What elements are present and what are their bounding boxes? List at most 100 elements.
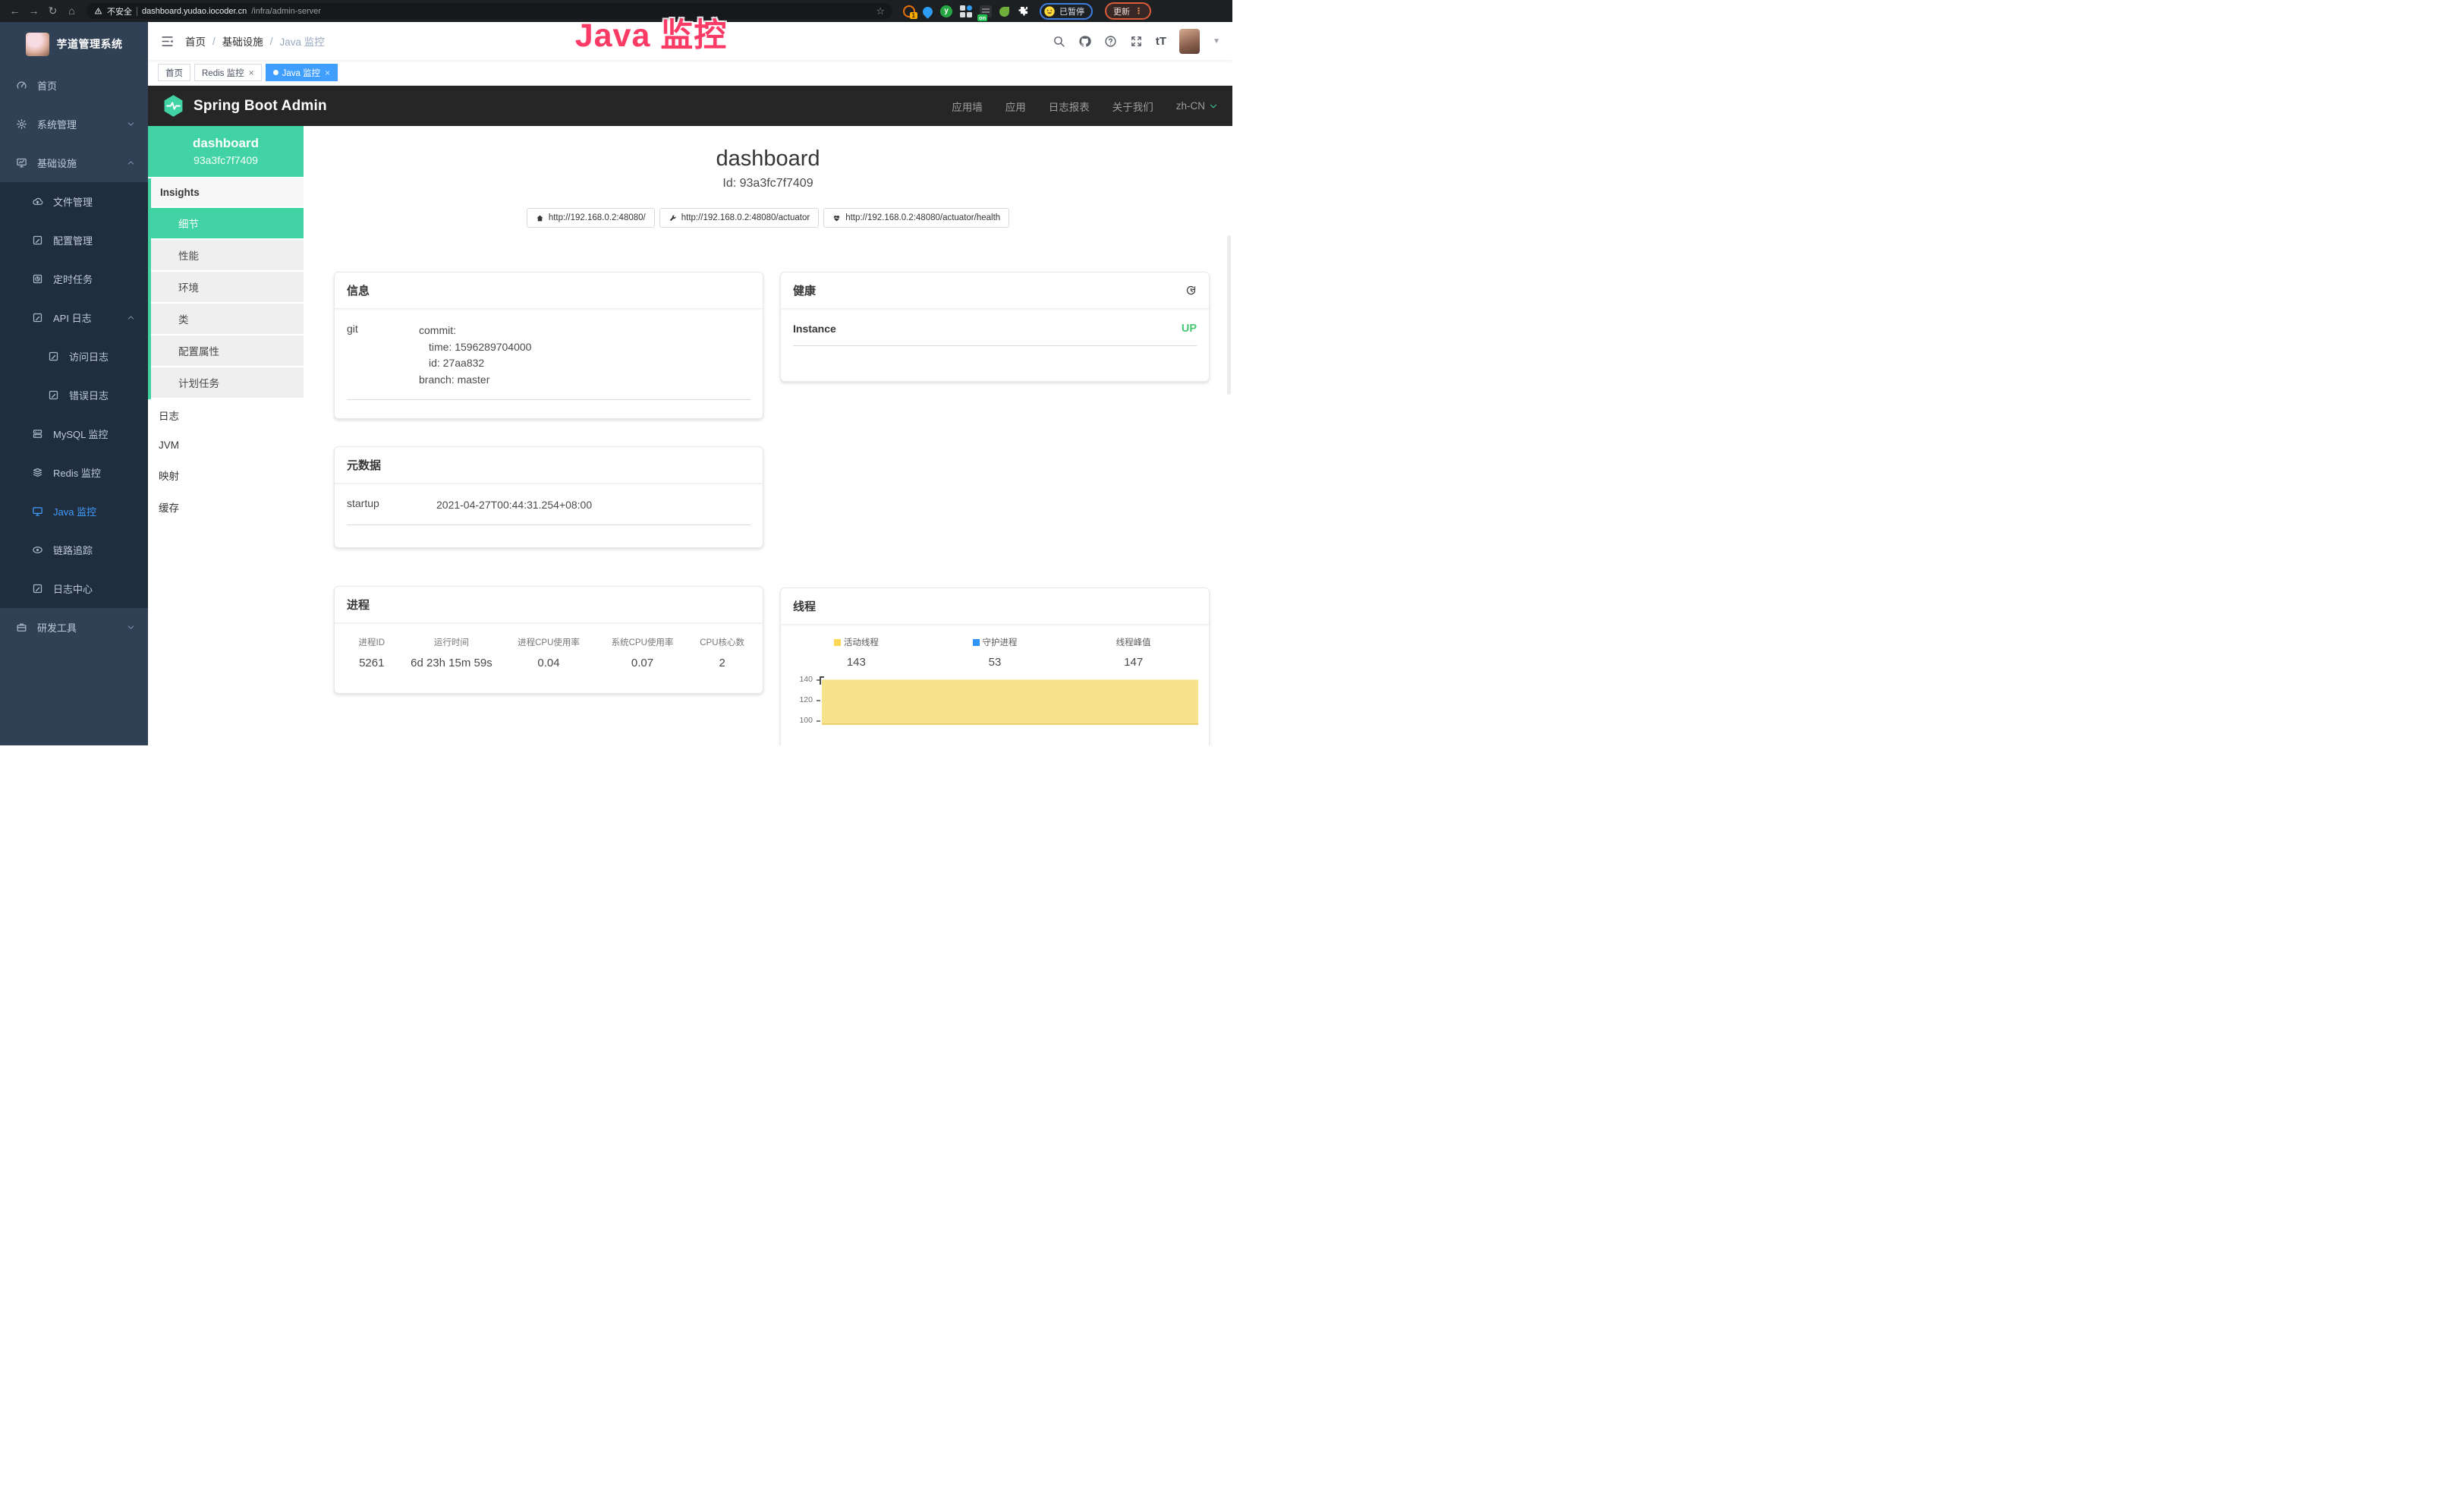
breadcrumb-item[interactable]: 基础设施	[222, 33, 263, 49]
thread-stat-value: 53	[926, 656, 1065, 669]
process-column-header: 进程ID	[342, 636, 401, 648]
home-icon	[536, 214, 544, 222]
extension-grid-icon[interactable]	[960, 5, 972, 17]
process-value: 0.04	[502, 657, 596, 669]
sidebar-item[interactable]: 系统管理	[0, 105, 148, 143]
gear-icon	[16, 118, 27, 130]
breadcrumb-item[interactable]: 首页	[185, 33, 206, 49]
thread-stat-label: 守护进程	[983, 636, 1018, 648]
info-git-row: git commit:time: 1596289704000id: 27aa83…	[347, 309, 751, 400]
browser-reload-icon[interactable]: ↻	[44, 0, 61, 22]
instance-link-button[interactable]: http://192.168.0.2:48080/actuator	[659, 208, 819, 228]
sba-menu-item[interactable]: 日志	[148, 399, 304, 431]
info-card: 信息 git commit:time: 1596289704000id: 27a…	[334, 272, 763, 419]
sidebar-item-label: 首页	[37, 78, 57, 93]
tag-view-tab[interactable]: Redis 监控×	[194, 64, 262, 81]
sidebar-item[interactable]: API 日志	[0, 298, 148, 337]
sba-menu-item[interactable]: 配置属性	[151, 335, 304, 367]
sba-locale-select[interactable]: zh-CN	[1176, 100, 1218, 112]
sidebar-item[interactable]: 访问日志	[0, 337, 148, 376]
browser-update-button[interactable]: 更新 ⋮	[1105, 2, 1151, 20]
sba-menu-item[interactable]: 性能	[151, 240, 304, 272]
menu-dots-icon[interactable]: ⋮	[1134, 6, 1143, 16]
sidebar-item-label: 文件管理	[53, 194, 93, 209]
instance-link-button[interactable]: http://192.168.0.2:48080/actuator/health	[823, 208, 1009, 228]
sba-menu-item[interactable]: 计划任务	[151, 367, 304, 399]
sidebar-item-label: 日志中心	[53, 581, 93, 596]
extension-orange-icon[interactable]: 1	[903, 5, 915, 17]
instance-link-label: http://192.168.0.2:48080/actuator	[681, 213, 810, 222]
extension-paused-badge[interactable]: 已暂停	[1040, 3, 1093, 20]
scrollbar-thumb[interactable]	[1227, 235, 1231, 395]
search-icon[interactable]	[1053, 35, 1065, 48]
font-size-icon[interactable]: tT	[1156, 35, 1166, 48]
extension-dark-icon[interactable]: on	[980, 5, 992, 17]
sba-menu-item[interactable]: JVM	[148, 431, 304, 459]
app-logo-row[interactable]: 芋道管理系统	[0, 22, 148, 66]
sidebar-item-label: 基础设施	[37, 156, 77, 170]
layers-icon	[32, 467, 43, 478]
metadata-card: 元数据 startup 2021-04-27T00:44:31.254+08:0…	[334, 446, 763, 548]
browser-forward-icon[interactable]: →	[25, 0, 42, 22]
sidebar-item-label: 配置管理	[53, 233, 93, 247]
sba-menu-item[interactable]: 映射	[148, 459, 304, 491]
tag-view-tab[interactable]: Java 监控×	[266, 64, 338, 81]
sba-instance-id: 93a3fc7f7409	[153, 154, 299, 166]
github-icon[interactable]	[1078, 35, 1091, 48]
sidebar-item[interactable]: Java 监控	[0, 492, 148, 531]
sidebar-item[interactable]: 首页	[0, 66, 148, 105]
header-actions: tT ▼	[1053, 29, 1220, 54]
help-icon[interactable]	[1104, 35, 1117, 48]
address-bar[interactable]: 不安全 dashboard.yudao.iocoder.cn/infra/adm…	[87, 3, 892, 19]
screenshot-root: ← → ↻ ⌂ 不安全 dashboard.yudao.iocoder.cn/i…	[0, 0, 1232, 745]
bookmark-star-icon[interactable]: ☆	[876, 5, 885, 17]
sidebar-item[interactable]: 文件管理	[0, 182, 148, 221]
sba-nav-item[interactable]: 应用墙	[952, 99, 983, 114]
extension-pin-icon[interactable]	[920, 5, 934, 18]
avatar[interactable]	[1179, 29, 1200, 54]
fullscreen-icon[interactable]	[1130, 35, 1143, 48]
chevron-down-icon[interactable]: ▼	[1213, 37, 1220, 46]
sidebar-item[interactable]: MySQL 监控	[0, 414, 148, 453]
close-icon[interactable]: ×	[325, 68, 330, 78]
sidebar-item[interactable]: 日志中心	[0, 569, 148, 608]
chart-y-tick-label: 120	[799, 695, 813, 704]
sidebar-item[interactable]: Redis 监控	[0, 453, 148, 492]
sba-navbar: Spring Boot Admin 应用墙 应用 日志报表 关于我们 zh-CN	[148, 86, 1232, 126]
chart-plot-area	[822, 676, 1198, 737]
sba-nav-item[interactable]: 关于我们	[1112, 99, 1153, 114]
sba-menu-item[interactable]: 类	[151, 304, 304, 335]
threads-chart: 140120100	[781, 676, 1209, 737]
chart-y-tick-label: 140	[799, 676, 813, 684]
instance-link-button[interactable]: http://192.168.0.2:48080/	[527, 208, 655, 228]
extension-sprout-icon[interactable]	[999, 7, 1009, 17]
tag-view-tab[interactable]: 首页	[158, 64, 190, 81]
sba-menu-item[interactable]: 环境	[151, 272, 304, 304]
process-value: 5261	[342, 657, 401, 669]
sba-nav-item[interactable]: 日志报表	[1049, 99, 1090, 114]
sidebar-item[interactable]: 研发工具	[0, 608, 148, 647]
extension-y-icon[interactable]: y	[940, 5, 952, 17]
browser-back-icon[interactable]: ←	[6, 0, 24, 22]
info-row-label: git	[347, 323, 419, 389]
extensions-puzzle-icon[interactable]	[1017, 5, 1029, 17]
browser-home-icon[interactable]: ⌂	[63, 0, 80, 22]
health-instance-row[interactable]: Instance UP	[793, 309, 1197, 346]
sba-brand: Spring Boot Admin	[194, 98, 327, 115]
display-icon	[32, 506, 43, 517]
sidebar-item[interactable]: 错误日志	[0, 376, 148, 414]
sidebar-item[interactable]: 定时任务	[0, 260, 148, 298]
sidebar-item[interactable]: 链路追踪	[0, 531, 148, 569]
sba-nav-item[interactable]: 应用	[1005, 99, 1026, 114]
sba-menu-item[interactable]: 缓存	[148, 491, 304, 523]
close-icon[interactable]: ×	[249, 68, 254, 78]
history-icon[interactable]	[1185, 285, 1197, 296]
gauge-icon	[16, 80, 27, 91]
sba-menu-item[interactable]: 细节	[151, 208, 304, 240]
sidebar-fold-icon[interactable]	[160, 34, 175, 49]
process-column-header: 运行时间	[401, 636, 502, 648]
sba-instance-header[interactable]: dashboard 93a3fc7f7409	[148, 126, 304, 177]
chevron-up-icon	[127, 159, 135, 167]
sidebar-item[interactable]: 配置管理	[0, 221, 148, 260]
sidebar-item[interactable]: 基础设施	[0, 143, 148, 182]
